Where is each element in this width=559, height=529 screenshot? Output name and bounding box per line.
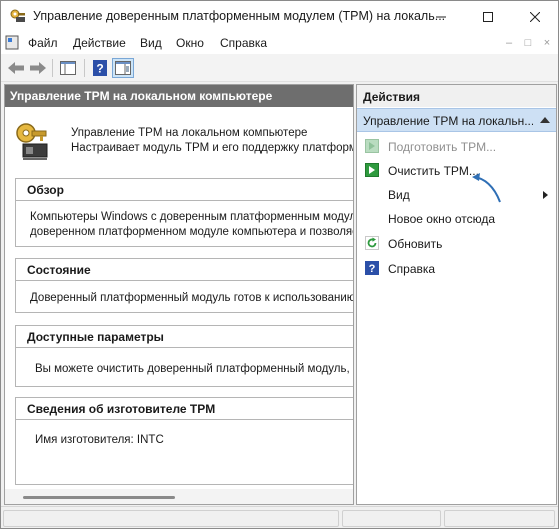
action-label: Обновить: [388, 237, 443, 251]
action-label: Новое окно отсюда: [388, 212, 496, 226]
toolbar-separator: [84, 59, 85, 77]
submenu-arrow-icon: [543, 191, 548, 199]
menu-bar: Файл Действие Вид Окно Справка – □ ×: [1, 32, 558, 54]
horizontal-scrollbar[interactable]: [5, 489, 353, 504]
section-available-options-title: Доступные параметры: [16, 326, 353, 348]
results-pane-header: Управление TPM на локальном компьютере: [5, 85, 353, 107]
close-button[interactable]: [513, 1, 557, 32]
menu-help[interactable]: Справка: [220, 36, 267, 50]
mdi-minimize-button[interactable]: –: [501, 36, 517, 50]
intro-title: Управление TPM на локальном компьютере: [71, 127, 308, 139]
help-button[interactable]: ?: [89, 58, 111, 78]
mdi-close-button[interactable]: ×: [539, 36, 555, 50]
actions-group-header[interactable]: Управление TPM на локальн...: [357, 108, 556, 132]
refresh-icon: [365, 236, 379, 250]
section-status-text: Доверенный платформенный модуль готов к …: [30, 292, 354, 304]
action-pane-icon: [115, 61, 131, 75]
results-pane: Управление TPM на локальном компьютере У…: [4, 84, 354, 505]
section-overview: Обзор Компьютеры Windows с доверенным пл…: [15, 178, 354, 247]
mmc-window: Управление доверенным платформенным моду…: [0, 0, 559, 529]
show-console-tree-button[interactable]: [57, 58, 79, 78]
maximize-icon: [483, 11, 493, 22]
svg-text:?: ?: [96, 62, 103, 76]
section-available-options: Доступные параметры Вы можете очистить д…: [15, 325, 354, 387]
actions-group-label: Управление TPM на локальн...: [363, 114, 533, 128]
show-action-pane-button[interactable]: [112, 58, 134, 78]
section-overview-text: Компьютеры Windows с доверенным платформ…: [30, 211, 354, 223]
manufacturer-name: Имя изготовителя: INTC: [35, 434, 164, 446]
forward-button[interactable]: [27, 58, 49, 78]
back-icon: [8, 62, 24, 74]
console-tree-icon: [60, 61, 76, 75]
collapse-arrow-icon[interactable]: [540, 117, 550, 123]
green-arrow-icon: [365, 163, 379, 177]
section-manufacturer: Сведения об изготовителе TPM Имя изготов…: [15, 397, 353, 485]
action-new-window[interactable]: Новое окно отсюда: [357, 208, 556, 230]
action-label: Вид: [388, 188, 410, 202]
section-status-title: Состояние: [16, 259, 353, 281]
intro-description: Настраивает модуль TPM и его поддержку п…: [71, 142, 354, 154]
status-bar: [1, 506, 558, 528]
snapin-intro: Управление TPM на локальном компьютере Н…: [5, 107, 354, 177]
scrollbar-thumb[interactable]: [23, 496, 175, 499]
toolbar-separator: [52, 59, 53, 77]
section-manufacturer-title: Сведения об изготовителе TPM: [16, 398, 353, 420]
menu-window[interactable]: Окно: [176, 36, 204, 50]
action-label: Подготовить TPM...: [388, 140, 497, 154]
menu-action[interactable]: Действие: [73, 36, 126, 50]
tpm-key-icon: [16, 123, 48, 160]
window-title: Управление доверенным платформенным моду…: [33, 9, 446, 23]
minimize-button[interactable]: [419, 1, 463, 32]
back-button[interactable]: [5, 58, 27, 78]
status-segment: [342, 510, 441, 527]
svg-text:?: ?: [369, 263, 376, 275]
menu-file[interactable]: Файл: [28, 36, 58, 50]
help-icon: ?: [93, 60, 107, 76]
actions-pane-title: Действия: [357, 85, 556, 107]
help-icon: ?: [365, 261, 379, 275]
forward-icon: [30, 62, 46, 74]
section-overview-text: доверенном платформенном модуле компьюте…: [30, 226, 354, 238]
actions-pane: Действия Управление TPM на локальн... По…: [356, 84, 557, 505]
mdi-restore-button[interactable]: □: [520, 36, 536, 50]
menu-view[interactable]: Вид: [140, 36, 162, 50]
minimize-icon: [436, 16, 446, 17]
section-available-options-text: Вы можете очистить доверенный платформен…: [35, 363, 354, 375]
title-bar[interactable]: Управление доверенным платформенным моду…: [1, 1, 558, 32]
green-arrow-icon: [365, 139, 379, 153]
tpm-key-icon: [10, 9, 25, 22]
status-segment: [3, 510, 339, 527]
annotation-arrow-icon: [472, 173, 501, 203]
close-icon: [530, 11, 540, 22]
action-refresh[interactable]: Обновить: [357, 233, 556, 255]
status-segment: [444, 510, 555, 527]
action-help[interactable]: ? Справка: [357, 258, 556, 280]
action-prepare-tpm: Подготовить TPM...: [357, 136, 556, 158]
maximize-button[interactable]: [466, 1, 510, 32]
section-overview-title: Обзор: [16, 179, 353, 201]
toolbar: ?: [1, 54, 558, 82]
console-icon[interactable]: [5, 35, 19, 50]
action-label: Справка: [388, 262, 436, 276]
section-status: Состояние Доверенный платформенный модул…: [15, 258, 354, 313]
